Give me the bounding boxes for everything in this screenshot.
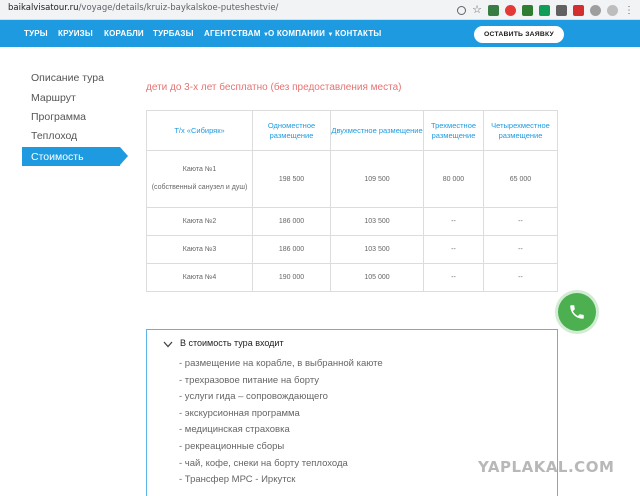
sidebar-item-ship[interactable]: Теплоход <box>31 130 77 142</box>
table-header-triple: Трехместное размещение <box>423 110 484 151</box>
nav-item-about-label: О КОМПАНИИ <box>268 29 326 38</box>
nav-item-tours[interactable]: ТУРЫ <box>24 29 48 38</box>
extension-icon-2[interactable] <box>505 4 516 16</box>
table-cell: 198 500 <box>252 150 331 208</box>
table-cell: 105 000 <box>330 263 424 292</box>
table-cell: 80 000 <box>423 150 484 208</box>
table-cell: 190 000 <box>252 263 331 292</box>
table-cell: -- <box>423 235 484 264</box>
sidebar-item-route[interactable]: Маршрут <box>31 92 76 104</box>
chevron-down-icon: ▼ <box>327 32 334 38</box>
nav-item-cruises[interactable]: КРУИЗЫ <box>58 29 93 38</box>
cabin-name: Каюта №2 <box>146 207 253 236</box>
table-row: Каюта №2 186 000 103 500 -- -- <box>146 207 558 236</box>
table-cell: 65 000 <box>483 150 558 208</box>
table-cell: -- <box>483 235 558 264</box>
table-header-row: Т/х «Сибиряк» Одноместное размещение Дву… <box>146 110 558 151</box>
table-cell-cabin: Каюта №1 (собственный санузел и душ) <box>146 150 253 208</box>
zoom-icon[interactable] <box>457 5 467 15</box>
table-cell: 186 000 <box>252 235 331 264</box>
address-bar[interactable]: baikalvisatour.ru/voyage/details/kruiz-b… <box>8 3 278 13</box>
nav-item-about[interactable]: О КОМПАНИИ ▼ <box>268 29 334 38</box>
table-header-double: Двухместное размещение <box>330 110 424 151</box>
list-item: - экскурсионная программа <box>179 408 300 419</box>
list-item: - Трансфер МРС - Иркутск <box>179 474 296 485</box>
callback-phone-button[interactable] <box>558 293 596 331</box>
table-cell: -- <box>483 207 558 236</box>
list-item: - услуги гида – сопровождающего <box>179 391 328 402</box>
extension-icon-7[interactable] <box>590 4 601 16</box>
phone-icon <box>570 305 584 319</box>
extension-icon-3[interactable] <box>522 4 533 16</box>
profile-avatar-icon[interactable] <box>607 4 618 16</box>
price-table: Т/х «Сибиряк» Одноместное размещение Дву… <box>146 110 558 292</box>
leave-request-button[interactable]: ОСТАВИТЬ ЗАЯВКУ <box>474 26 564 43</box>
chevron-down-icon[interactable] <box>163 341 173 348</box>
table-header-quad: Четырехместное размещение <box>483 110 558 151</box>
url-host: baikalvisatour.ru <box>8 3 79 13</box>
nav-item-agencies-label: АГЕНТСТВАМ <box>204 29 261 38</box>
browser-icons: ☆ ⋮ <box>457 3 634 17</box>
sidebar-item-program[interactable]: Программа <box>31 111 86 123</box>
cabin-name: Каюта №3 <box>146 235 253 264</box>
table-cell: 186 000 <box>252 207 331 236</box>
table-row: Каюта №1 (собственный санузел и душ) 198… <box>146 150 558 208</box>
extension-icon-6[interactable] <box>573 4 584 16</box>
table-cell: -- <box>423 263 484 292</box>
cabin-note: (собственный санузел и душ) <box>151 183 248 191</box>
table-header-single: Одноместное размещение <box>252 110 331 151</box>
browser-toolbar: baikalvisatour.ru/voyage/details/kruiz-b… <box>0 0 640 20</box>
bookmark-star-icon[interactable]: ☆ <box>472 4 482 16</box>
table-cell: 103 500 <box>330 235 424 264</box>
nav-item-camps[interactable]: ТУРБАЗЫ <box>153 29 194 38</box>
list-item: - размещение на корабле, в выбранной каю… <box>179 358 383 369</box>
watermark: YAPLAKAL.COM <box>478 458 615 476</box>
site-nav: ТУРЫ КРУИЗЫ КОРАБЛИ ТУРБАЗЫ АГЕНТСТВАМ ▼… <box>0 20 640 47</box>
table-row: Каюта №4 190 000 105 000 -- -- <box>146 263 558 292</box>
included-title[interactable]: В стоимость тура входит <box>180 338 284 348</box>
table-header-ship: Т/х «Сибиряк» <box>146 110 253 151</box>
sidebar-item-price[interactable]: Стоимость <box>22 147 128 166</box>
extension-icon-1[interactable] <box>488 4 499 16</box>
table-cell: 103 500 <box>330 207 424 236</box>
list-item: - рекреационные сборы <box>179 441 285 452</box>
nav-item-contacts[interactable]: КОНТАКТЫ <box>335 29 381 38</box>
extension-icon-5[interactable] <box>556 4 567 16</box>
table-cell: -- <box>483 263 558 292</box>
list-item: - трехразовое питание на борту <box>179 375 320 386</box>
children-note: дети до 3-х лет бесплатно (без предостав… <box>146 82 402 93</box>
table-cell: -- <box>423 207 484 236</box>
url-path: /voyage/details/kruiz-baykalskoe-puteshe… <box>78 3 279 13</box>
sidebar-item-price-label: Стоимость <box>31 151 84 163</box>
cabin-name: Каюта №4 <box>146 263 253 292</box>
list-item: - чай, кофе, снеки на борту теплохода <box>179 458 348 469</box>
list-item: - медицинская страховка <box>179 424 290 435</box>
extension-icon-4[interactable] <box>539 4 550 16</box>
nav-item-agencies[interactable]: АГЕНТСТВАМ ▼ <box>204 29 269 38</box>
nav-item-ships[interactable]: КОРАБЛИ <box>104 29 144 38</box>
table-row: Каюта №3 186 000 103 500 -- -- <box>146 235 558 264</box>
sidebar-item-description[interactable]: Описание тура <box>31 72 104 84</box>
menu-icon[interactable]: ⋮ <box>624 5 634 16</box>
table-cell: 109 500 <box>330 150 424 208</box>
cabin-name: Каюта №1 <box>182 165 217 173</box>
